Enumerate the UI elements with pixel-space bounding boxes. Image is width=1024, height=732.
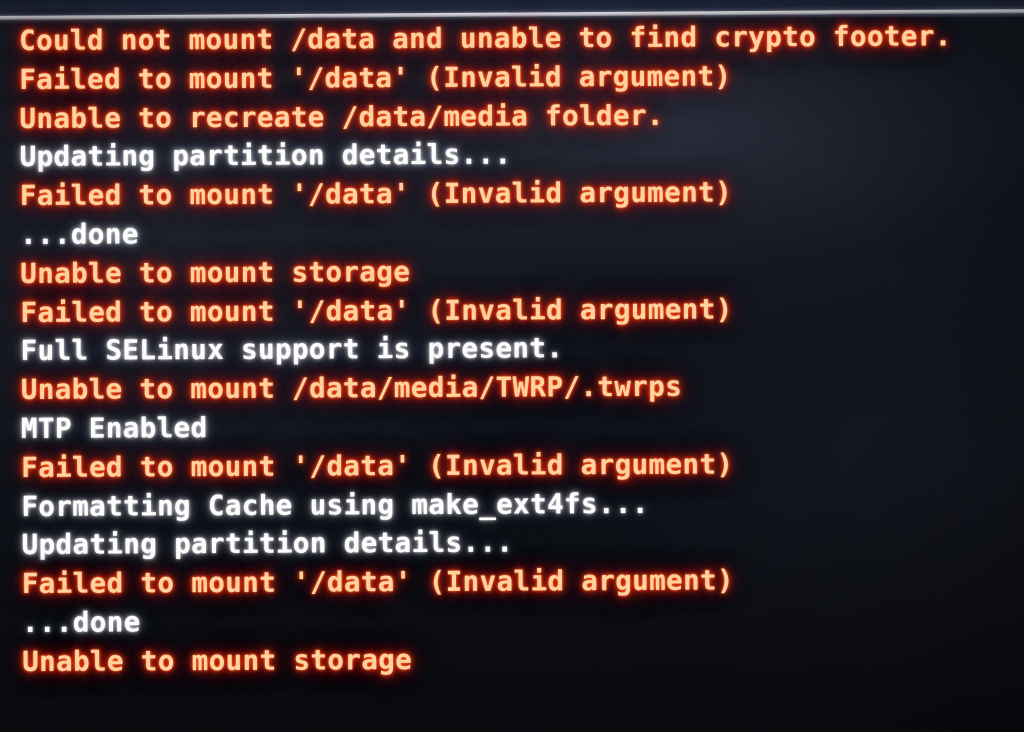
console-log-line: Unable to recreate /data/media folder. [19,99,664,135]
console-log-line: Failed to mount '/data' (Invalid argumen… [21,564,735,601]
console-log-line: Failed to mount '/data' (Invalid argumen… [19,60,732,96]
console-log-line: Failed to mount '/data' (Invalid argumen… [21,448,734,484]
console-log-line: Failed to mount '/data' (Invalid argumen… [20,293,733,329]
console-log-line: Full SELinux support is present. [20,332,564,368]
console-log-line: MTP Enabled [20,411,208,445]
console-log-line: Unable to mount /data/media/TWRP/.twrps [20,370,683,407]
console-log-line: Unable to mount storage [20,255,411,290]
console-log-output[interactable]: Could not mount /data and unable to find… [0,12,1024,682]
console-log-line: Failed to mount '/data' (Invalid argumen… [19,176,733,213]
recovery-screen-photo: Could not mount /data and unable to find… [0,0,1024,732]
console-log-line: ...done [21,606,141,639]
console-log-line: Unable to mount storage [22,643,413,678]
console-log-line: Updating partition details... [19,138,512,174]
console-log-line: Updating partition details... [21,526,514,562]
console-log-line: ...done [19,218,139,251]
console-log-line: Could not mount /data and unable to find… [19,20,952,57]
console-log-line: Formatting Cache using make_ext4fs... [21,487,649,523]
